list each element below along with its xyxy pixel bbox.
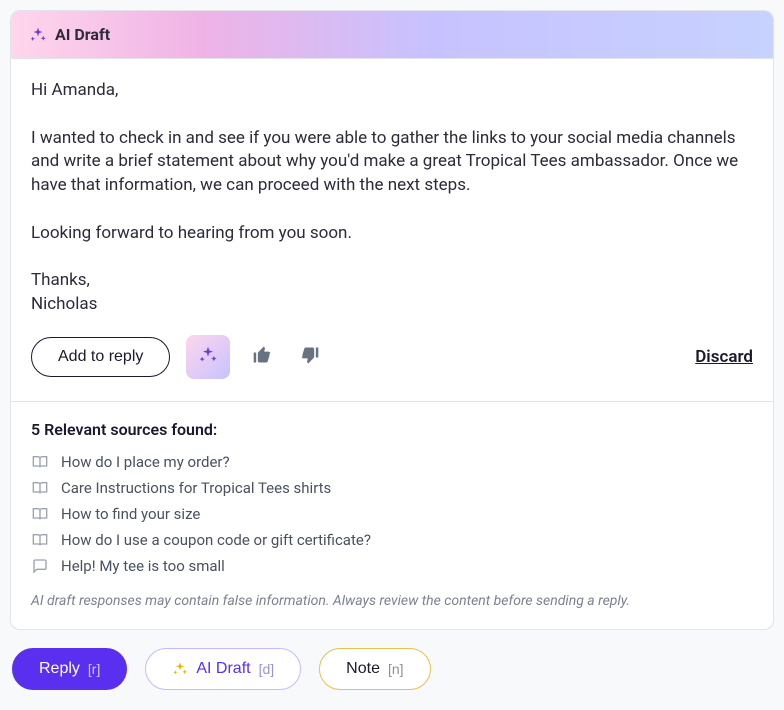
sparkle-icon [198, 345, 218, 369]
ai-draft-card: AI Draft Hi Amanda, I wanted to check in… [10, 10, 774, 630]
thumbs-up-button[interactable] [246, 341, 278, 373]
source-item[interactable]: Care Instructions for Tropical Tees shir… [31, 475, 753, 501]
regenerate-button[interactable] [186, 335, 230, 379]
book-icon [31, 454, 49, 470]
source-label: How do I place my order? [61, 453, 230, 471]
sources-section: 5 Relevant sources found: How do I place… [11, 402, 773, 629]
card-header: AI Draft [11, 11, 773, 59]
note-label: Note [346, 660, 380, 678]
book-icon [31, 480, 49, 496]
book-icon [31, 506, 49, 522]
reply-button[interactable]: Reply [r] [12, 648, 127, 690]
sources-title: 5 Relevant sources found: [31, 420, 753, 439]
note-button[interactable]: Note [n] [319, 648, 430, 690]
source-label: How do I use a coupon code or gift certi… [61, 531, 371, 549]
sparkle-icon [29, 26, 47, 44]
source-label: Help! My tee is too small [61, 557, 225, 575]
card-body: Hi Amanda, I wanted to check in and see … [11, 59, 773, 402]
card-title: AI Draft [55, 25, 110, 44]
add-to-reply-button[interactable]: Add to reply [31, 337, 170, 377]
sparkle-icon [172, 661, 188, 677]
thumbs-down-button[interactable] [294, 341, 326, 373]
ai-draft-label: AI Draft [196, 660, 250, 678]
disclaimer-text: AI draft responses may contain false inf… [31, 593, 753, 609]
chat-icon [31, 558, 49, 574]
source-list: How do I place my order? Care Instruction… [31, 449, 753, 579]
source-item[interactable]: How do I place my order? [31, 449, 753, 475]
book-icon [31, 532, 49, 548]
thumbs-up-icon [252, 345, 272, 369]
source-label: Care Instructions for Tropical Tees shir… [61, 479, 331, 497]
reply-shortcut: [r] [88, 661, 100, 677]
source-item[interactable]: How do I use a coupon code or gift certi… [31, 527, 753, 553]
reply-label: Reply [39, 660, 80, 678]
draft-body-text: Hi Amanda, I wanted to check in and see … [31, 79, 753, 317]
source-label: How to find your size [61, 505, 200, 523]
draft-actions-row: Add to reply [31, 335, 753, 379]
source-item[interactable]: Help! My tee is too small [31, 553, 753, 579]
note-shortcut: [n] [388, 661, 404, 677]
ai-draft-button[interactable]: AI Draft [d] [145, 648, 301, 690]
source-item[interactable]: How to find your size [31, 501, 753, 527]
ai-draft-shortcut: [d] [259, 661, 275, 677]
discard-link[interactable]: Discard [695, 347, 753, 367]
bottom-action-row: Reply [r] AI Draft [d] Note [n] [10, 648, 774, 690]
thumbs-down-icon [300, 345, 320, 369]
